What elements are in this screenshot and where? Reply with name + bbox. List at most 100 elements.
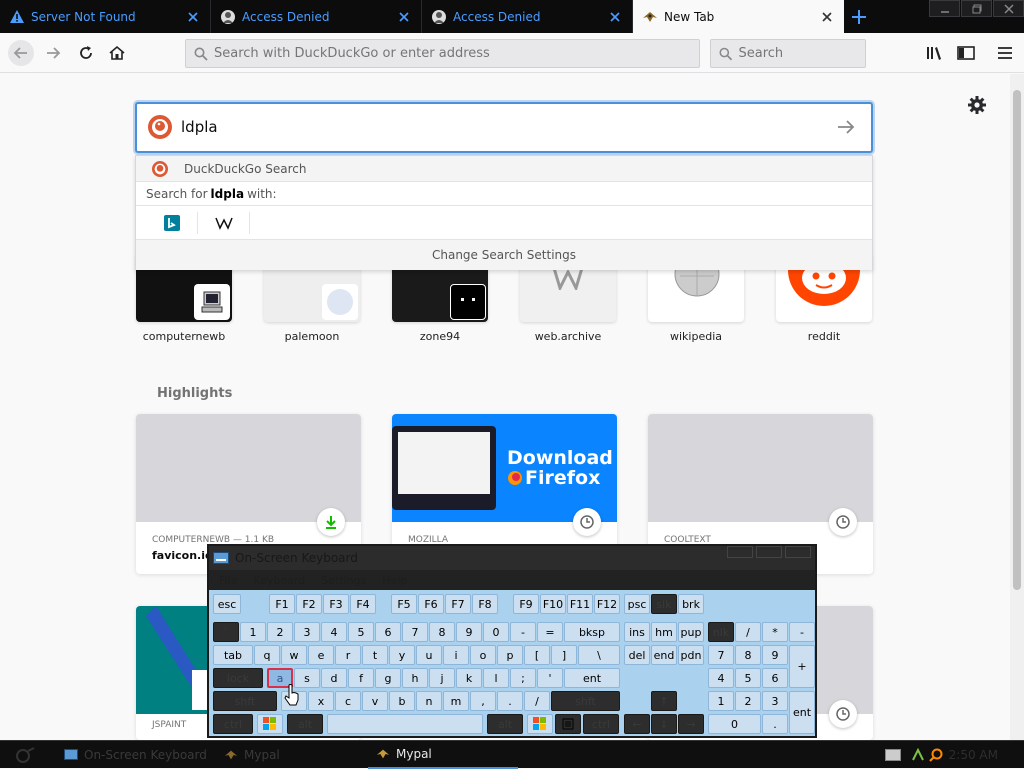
new-tab-button[interactable] — [844, 0, 874, 33]
osk-key-6[interactable]: 6 — [762, 668, 788, 688]
osk-key-d[interactable]: d — [321, 668, 347, 688]
osk-key-6[interactable]: 6 — [375, 622, 401, 642]
osk-key-down[interactable]: ↓ — [651, 714, 677, 734]
taskbar-item-osk[interactable]: On-Screen Keyboard — [56, 741, 216, 769]
osk-key-4[interactable]: 4 — [321, 622, 347, 642]
tab-server-not-found[interactable]: Server Not Found — [0, 0, 211, 33]
osk-key-F7[interactable]: F7 — [445, 594, 471, 614]
osk-key-esc[interactable]: esc — [213, 594, 241, 614]
osk-key-r[interactable]: r — [335, 645, 361, 665]
osk-key-q[interactable]: q — [254, 645, 280, 665]
network-icon[interactable] — [911, 748, 925, 762]
osk-key-F6[interactable]: F6 — [418, 594, 444, 614]
osk-key-nlk[interactable]: nlk — [708, 622, 734, 642]
start-button[interactable] — [0, 741, 56, 769]
osk-key-'[interactable]: ' — [537, 668, 563, 688]
sidebar-button[interactable] — [954, 41, 978, 65]
osk-key-=[interactable]: = — [537, 622, 563, 642]
osk-key-5[interactable]: 5 — [348, 622, 374, 642]
osk-key--[interactable]: - — [510, 622, 536, 642]
osk-key-.[interactable]: . — [497, 691, 523, 711]
search-input[interactable] — [738, 46, 865, 61]
osk-key-caps-lock[interactable]: lock — [213, 668, 263, 688]
osk-key-c[interactable]: c — [335, 691, 361, 711]
osk-key-/[interactable]: / — [735, 622, 761, 642]
osk-key-o[interactable]: o — [470, 645, 496, 665]
osk-key-u[interactable]: u — [416, 645, 442, 665]
osk-key-hm[interactable]: hm — [651, 622, 677, 642]
osk-key-backslash[interactable]: \ — [578, 645, 620, 665]
osk-key-k[interactable]: k — [456, 668, 482, 688]
newtab-search-input[interactable] — [181, 118, 781, 136]
dropdown-engine-header[interactable]: DuckDuckGo Search — [136, 156, 872, 182]
close-icon[interactable] — [186, 10, 200, 24]
osk-key-[[interactable]: [ — [524, 645, 550, 665]
minimize-button[interactable] — [929, 0, 960, 17]
osk-key-numpad-minus[interactable]: - — [789, 622, 815, 642]
osk-key-F3[interactable]: F3 — [323, 594, 349, 614]
scrollbar-thumb[interactable] — [1013, 90, 1021, 590]
osk-key-windows-left[interactable] — [257, 714, 283, 734]
taskbar-item-mypal-1[interactable]: Mypal — [216, 741, 366, 769]
osk-key-F12[interactable]: F12 — [594, 594, 620, 614]
osk-key-t[interactable]: t — [362, 645, 388, 665]
osk-key-3[interactable]: 3 — [762, 691, 788, 711]
osk-key-p[interactable]: p — [497, 645, 523, 665]
osk-key-F11[interactable]: F11 — [567, 594, 593, 614]
osk-key-pdn[interactable]: pdn — [678, 645, 704, 665]
osk-key-shift-right[interactable]: shft — [551, 691, 620, 711]
osk-key-/[interactable]: / — [524, 691, 550, 711]
osk-key-menu[interactable] — [555, 714, 581, 734]
home-button[interactable] — [105, 41, 129, 65]
osk-key-F9[interactable]: F9 — [513, 594, 539, 614]
osk-key-brk[interactable]: brk — [678, 594, 704, 614]
osk-key-h[interactable]: h — [402, 668, 428, 688]
osk-key-l[interactable]: l — [483, 668, 509, 688]
osk-key-0[interactable]: 0 — [483, 622, 509, 642]
osk-minimize-button[interactable] — [727, 546, 753, 558]
osk-key-numpad-dot[interactable]: . — [762, 714, 788, 734]
osk-close-button[interactable] — [785, 546, 811, 558]
osk-key-2[interactable]: 2 — [735, 691, 761, 711]
osk-key-9[interactable]: 9 — [762, 645, 788, 665]
search-submit-arrow-icon[interactable] — [836, 117, 856, 137]
osk-key-backtick[interactable]: ` — [213, 622, 239, 642]
osk-key-1[interactable]: 1 — [708, 691, 734, 711]
osk-menu-file[interactable]: File — [219, 574, 237, 587]
osk-menu-help[interactable]: Help — [382, 574, 407, 587]
search-icon[interactable] — [928, 748, 943, 762]
osk-key-space[interactable] — [327, 714, 483, 734]
osk-key-ctrl-left[interactable]: ctrl — [213, 714, 253, 734]
osk-key-ins[interactable]: ins — [624, 622, 650, 642]
osk-key-left[interactable]: ← — [624, 714, 650, 734]
osk-key-5[interactable]: 5 — [735, 668, 761, 688]
osk-key-,[interactable]: , — [470, 691, 496, 711]
taskbar-item-mypal-2[interactable]: Mypal — [368, 741, 518, 769]
osk-key-F2[interactable]: F2 — [296, 594, 322, 614]
osk-key-;[interactable]: ; — [510, 668, 536, 688]
osk-key-tab[interactable]: tab — [213, 645, 253, 665]
newtab-search-box[interactable] — [135, 102, 873, 153]
osk-key-1[interactable]: 1 — [240, 622, 266, 642]
osk-key-9[interactable]: 9 — [456, 622, 482, 642]
osk-key-y[interactable]: y — [389, 645, 415, 665]
osk-key-numpad-0[interactable]: 0 — [708, 714, 761, 734]
engine-wikipedia-button[interactable] — [198, 211, 250, 234]
osk-key-F4[interactable]: F4 — [350, 594, 376, 614]
address-bar[interactable] — [185, 39, 700, 68]
osk-key-enter[interactable]: ent — [564, 668, 620, 688]
osk-key-][interactable]: ] — [551, 645, 577, 665]
osk-key-2[interactable]: 2 — [267, 622, 293, 642]
osk-key-slk[interactable]: slk — [651, 594, 677, 614]
osk-key-g[interactable]: g — [375, 668, 401, 688]
osk-key-bksp[interactable]: bksp — [564, 622, 620, 642]
osk-key-i[interactable]: i — [443, 645, 469, 665]
osk-key-F10[interactable]: F10 — [540, 594, 566, 614]
osk-titlebar[interactable]: On-Screen Keyboard — [209, 546, 815, 570]
osk-key-m[interactable]: m — [443, 691, 469, 711]
osk-key-4[interactable]: 4 — [708, 668, 734, 688]
osk-key-8[interactable]: 8 — [429, 622, 455, 642]
osk-key-f[interactable]: f — [348, 668, 374, 688]
menu-button[interactable] — [993, 41, 1017, 65]
osk-key-del[interactable]: del — [624, 645, 650, 665]
